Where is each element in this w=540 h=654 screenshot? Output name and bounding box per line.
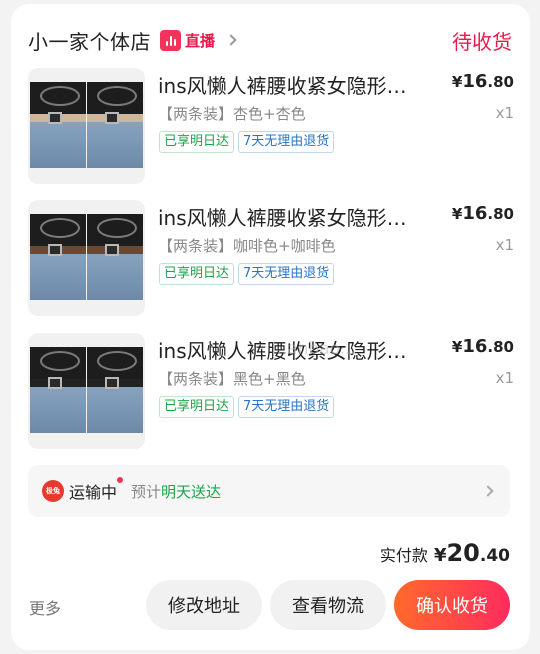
product-title[interactable]: ins风懒人裤腰收紧女隐形…	[158, 70, 438, 99]
product-sku: 【两条装】杏色+杏色	[158, 105, 306, 123]
product-price: ¥16.80	[451, 336, 514, 357]
total-label: 实付款	[379, 546, 428, 565]
shipping-status-bar[interactable]: 极兔 运输中 预计明天送达	[28, 465, 510, 517]
return-policy-tag: 7天无理由退货	[238, 263, 335, 285]
product-sku: 【两条装】黑色+黑色	[158, 370, 306, 388]
order-item[interactable]: ins风懒人裤腰收紧女隐形… ¥16.80 【两条装】杏色+杏色 x1 已享明日…	[28, 68, 514, 186]
return-policy-tag: 7天无理由退货	[238, 131, 335, 153]
return-policy-tag: 7天无理由退货	[238, 396, 335, 418]
product-title[interactable]: ins风懒人裤腰收紧女隐形…	[158, 202, 438, 231]
order-total: 实付款 ¥20.40	[380, 539, 510, 567]
total-amount: ¥20.40	[433, 539, 510, 567]
modify-address-button[interactable]: 修改地址	[146, 580, 262, 630]
next-day-tag: 已享明日达	[159, 263, 235, 285]
shop-name[interactable]: 小一家个体店	[28, 26, 151, 55]
live-label: 直播	[185, 31, 216, 50]
delivery-estimate: 预计明天送达	[131, 482, 222, 501]
chevron-right-icon[interactable]	[225, 34, 237, 46]
next-day-tag: 已享明日达	[159, 396, 235, 418]
shipping-status: 运输中	[69, 477, 124, 503]
product-qty: x1	[495, 104, 514, 122]
watermark: ...anbao...	[271, 339, 356, 359]
live-icon	[160, 29, 181, 51]
product-price: ¥16.80	[451, 203, 514, 224]
confirm-receipt-button[interactable]: 确认收货	[394, 580, 510, 630]
product-sku: 【两条装】咖啡色+咖啡色	[158, 237, 336, 255]
next-day-tag: 已享明日达	[159, 131, 235, 153]
shop-header[interactable]: 小一家个体店 直播 待收货	[28, 22, 512, 58]
courier-logo-icon: 极兔	[42, 480, 64, 502]
order-item[interactable]: ins风懒人裤腰收紧女隐形… ¥16.80 【两条装】黑色+黑色 x1 已享明日…	[28, 333, 514, 451]
more-button[interactable]: 更多	[29, 595, 61, 619]
order-item[interactable]: ins风懒人裤腰收紧女隐形… ¥16.80 【两条装】咖啡色+咖啡色 x1 已享…	[28, 200, 514, 318]
notification-dot-icon	[117, 477, 124, 483]
product-thumbnail[interactable]	[28, 68, 145, 184]
product-qty: x1	[495, 236, 514, 254]
product-thumbnail[interactable]	[28, 333, 145, 449]
chevron-right-icon[interactable]	[482, 485, 494, 497]
order-status: 待收货	[452, 29, 512, 54]
view-logistics-button[interactable]: 查看物流	[270, 580, 386, 630]
product-price: ¥16.80	[451, 71, 514, 92]
product-qty: x1	[495, 369, 514, 387]
order-card: 小一家个体店 直播 待收货 ins风懒人裤腰收紧女隐形… ¥16.80 【两条装…	[11, 4, 530, 650]
product-thumbnail[interactable]	[28, 200, 145, 316]
